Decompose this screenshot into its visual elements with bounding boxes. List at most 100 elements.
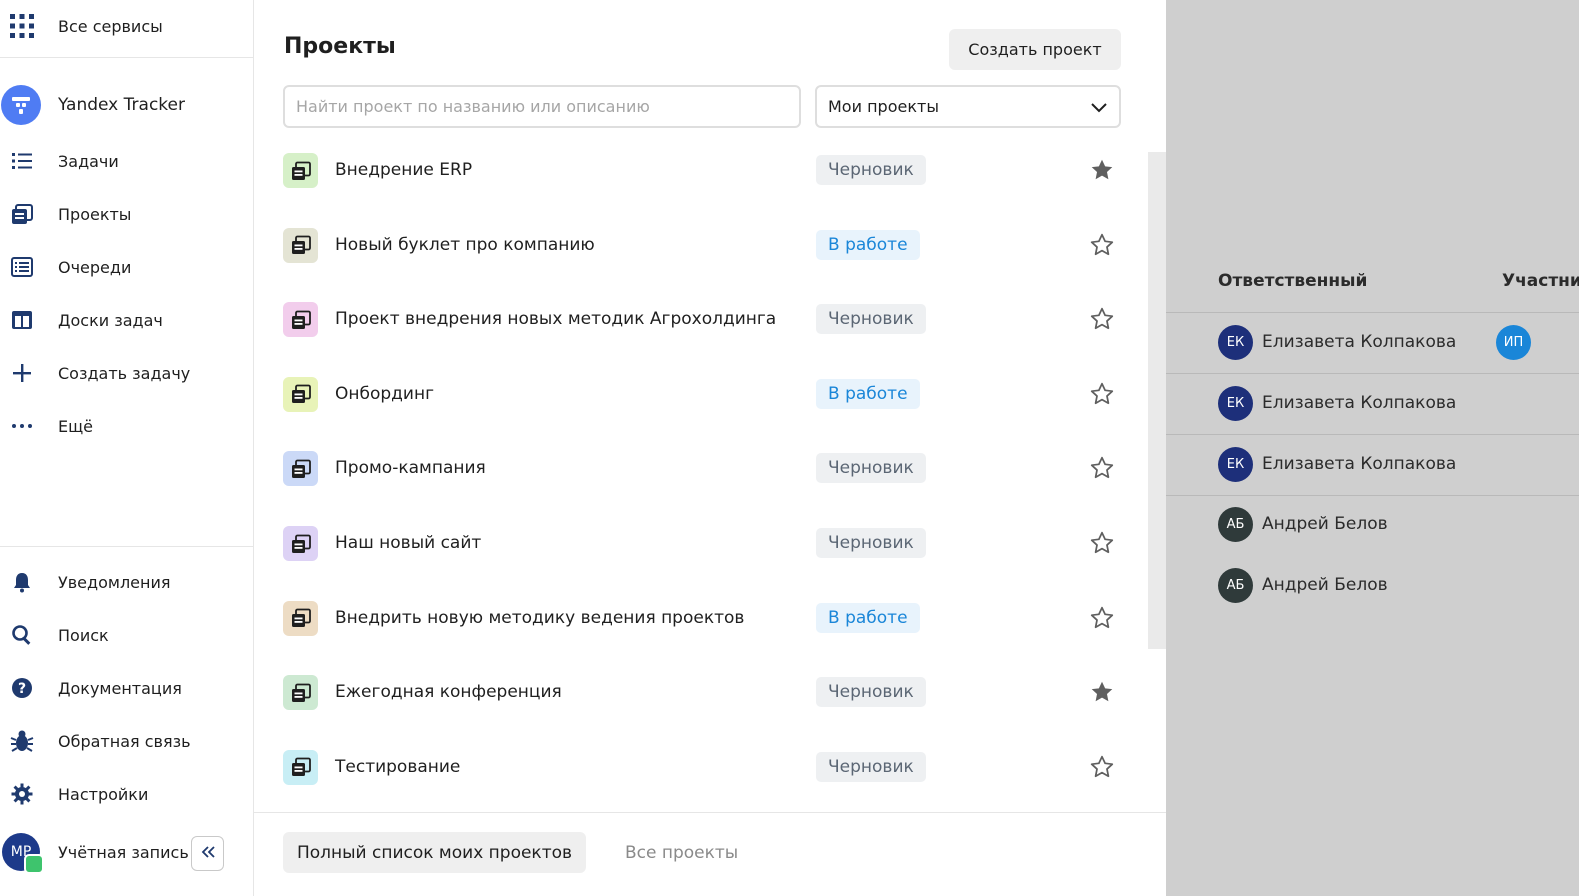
sidebar-item-gear[interactable]: Настройки bbox=[0, 774, 253, 814]
full-list-button[interactable]: Полный список моих проектов bbox=[283, 832, 586, 873]
sidebar-item-label: Очереди bbox=[58, 257, 132, 277]
divider bbox=[0, 546, 253, 547]
sidebar-item-list[interactable]: Задачи bbox=[0, 141, 253, 181]
gear-icon bbox=[8, 780, 36, 808]
project-name[interactable]: Наш новый сайт bbox=[335, 533, 481, 553]
avatar: АБ bbox=[1218, 568, 1253, 604]
participant-avatar: ИП bbox=[1496, 325, 1531, 360]
chevron-down-icon bbox=[1089, 97, 1109, 121]
project-name[interactable]: Ежегодная конференция bbox=[335, 682, 562, 702]
search-input[interactable] bbox=[283, 85, 801, 128]
project-row[interactable]: Наш новый сайт Черновик bbox=[254, 507, 1134, 581]
project-row[interactable]: Новый буклет про компанию В работе bbox=[254, 209, 1134, 283]
project-row[interactable]: Внедрение ERP Черновик bbox=[254, 134, 1134, 208]
project-row[interactable]: Тестирование Черновик bbox=[254, 731, 1134, 805]
sidebar-item-label: Создать задачу bbox=[58, 363, 191, 383]
project-icon bbox=[283, 227, 318, 263]
status-badge: В работе bbox=[816, 602, 920, 633]
project-name[interactable]: Проект внедрения новых методик Агрохолди… bbox=[335, 309, 776, 329]
status-badge: Черновик bbox=[816, 453, 926, 484]
sidebar-item-label: Обратная связь bbox=[58, 731, 191, 751]
sidebar-item-queues[interactable]: Очереди bbox=[0, 247, 253, 287]
list-icon bbox=[8, 147, 36, 175]
boards-icon bbox=[8, 306, 36, 334]
star-outline-icon[interactable] bbox=[1089, 754, 1115, 780]
project-row[interactable]: Промо-кампания Черновик bbox=[254, 432, 1134, 506]
status-badge: В работе bbox=[816, 229, 920, 260]
project-name[interactable]: Внедрить новую методику ведения проектов bbox=[335, 608, 744, 628]
status-badge: Черновик bbox=[816, 677, 926, 708]
assignee-name: Андрей Белов bbox=[1262, 575, 1388, 596]
scrollbar[interactable] bbox=[1148, 152, 1166, 649]
divider bbox=[254, 812, 1166, 813]
star-outline-icon[interactable] bbox=[1089, 306, 1115, 332]
star-outline-icon[interactable] bbox=[1089, 381, 1115, 407]
avatar: ЕК bbox=[1218, 446, 1253, 482]
all-services-button[interactable]: Все сервисы bbox=[0, 6, 253, 46]
table-row: ЕК Елизавета Колпакова ИП bbox=[1166, 313, 1579, 373]
sidebar: Все сервисы Yandex Tracker Задачи Проект… bbox=[0, 0, 254, 896]
project-row[interactable]: Проект внедрения новых методик Агрохолди… bbox=[254, 283, 1134, 357]
sidebar-item-boards[interactable]: Доски задач bbox=[0, 300, 253, 340]
star-filled-icon[interactable] bbox=[1089, 157, 1115, 183]
project-icon bbox=[283, 153, 318, 188]
search-icon bbox=[8, 621, 36, 649]
all-services-label: Все сервисы bbox=[58, 16, 163, 36]
sidebar-item-help[interactable]: ? Документация bbox=[0, 668, 253, 708]
project-name[interactable]: Внедрение ERP bbox=[335, 160, 472, 180]
bug-icon bbox=[8, 727, 36, 755]
sidebar-item-search[interactable]: Поиск bbox=[0, 615, 253, 655]
sidebar-item-label: Задачи bbox=[58, 151, 119, 171]
project-icon bbox=[283, 302, 318, 338]
sidebar-item-bell[interactable]: Уведомления bbox=[0, 562, 253, 602]
project-icon bbox=[283, 451, 318, 487]
sidebar-item-plus[interactable]: Создать задачу bbox=[0, 353, 253, 393]
bell-icon bbox=[8, 568, 36, 596]
project-icon bbox=[283, 376, 318, 412]
status-badge: Черновик bbox=[816, 528, 926, 558]
create-project-button[interactable]: Создать проект bbox=[949, 29, 1121, 70]
project-row[interactable]: Онбординг В работе bbox=[254, 358, 1134, 432]
star-outline-icon[interactable] bbox=[1089, 605, 1115, 631]
assignee-name: Елизавета Колпакова bbox=[1262, 392, 1457, 413]
divider bbox=[0, 57, 253, 58]
sidebar-item-projects[interactable]: Проекты bbox=[0, 194, 253, 234]
star-outline-icon[interactable] bbox=[1089, 530, 1115, 556]
table-row: АБ Андрей Белов bbox=[1166, 556, 1579, 616]
projects-panel: Проекты Создать проект Мои проекты Внедр… bbox=[254, 0, 1166, 896]
double-chevron-left-icon bbox=[200, 844, 216, 863]
project-name[interactable]: Тестирование bbox=[335, 757, 460, 777]
table-row: ЕК Елизавета Колпакова bbox=[1166, 374, 1579, 434]
column-header-assignee: Ответственный bbox=[1218, 271, 1368, 291]
project-name[interactable]: Новый буклет про компанию bbox=[335, 235, 595, 255]
star-filled-icon[interactable] bbox=[1089, 679, 1115, 705]
project-icon bbox=[283, 675, 318, 711]
star-outline-icon[interactable] bbox=[1089, 232, 1115, 258]
project-row[interactable]: Ежегодная конференция Черновик bbox=[254, 656, 1134, 730]
all-projects-link[interactable]: Все проекты bbox=[625, 843, 738, 863]
page-title: Проекты bbox=[284, 34, 396, 59]
background-table: Ответственный Участни ЕК Елизавета Колпа… bbox=[1166, 0, 1579, 896]
collapse-sidebar-button[interactable] bbox=[191, 836, 224, 871]
grid-icon bbox=[8, 12, 36, 40]
assignee-name: Елизавета Колпакова bbox=[1262, 332, 1457, 352]
avatar: ЕК bbox=[1218, 325, 1253, 360]
status-badge: Черновик bbox=[816, 751, 926, 782]
status-badge: В работе bbox=[816, 378, 920, 409]
more-icon bbox=[8, 412, 36, 440]
sidebar-item-more[interactable]: Ещё bbox=[0, 406, 253, 446]
project-name[interactable]: Промо-кампания bbox=[335, 458, 486, 478]
svg-text:?: ? bbox=[18, 681, 26, 697]
project-name[interactable]: Онбординг bbox=[335, 384, 434, 404]
sidebar-item-label: Уведомления bbox=[58, 572, 171, 592]
project-row[interactable]: Внедрить новую методику ведения проектов… bbox=[254, 582, 1134, 656]
sidebar-item-label: Проекты bbox=[58, 204, 132, 224]
table-row: ЕК Елизавета Колпакова bbox=[1166, 435, 1579, 495]
account-label: Учётная запись bbox=[58, 842, 189, 862]
app-home-link[interactable]: Yandex Tracker bbox=[0, 85, 253, 125]
project-filter-select[interactable]: Мои проекты bbox=[815, 85, 1121, 128]
star-outline-icon[interactable] bbox=[1089, 455, 1115, 481]
column-header-participants: Участни bbox=[1502, 271, 1579, 291]
sidebar-item-bug[interactable]: Обратная связь bbox=[0, 721, 253, 761]
app-name: Yandex Tracker bbox=[58, 95, 185, 115]
